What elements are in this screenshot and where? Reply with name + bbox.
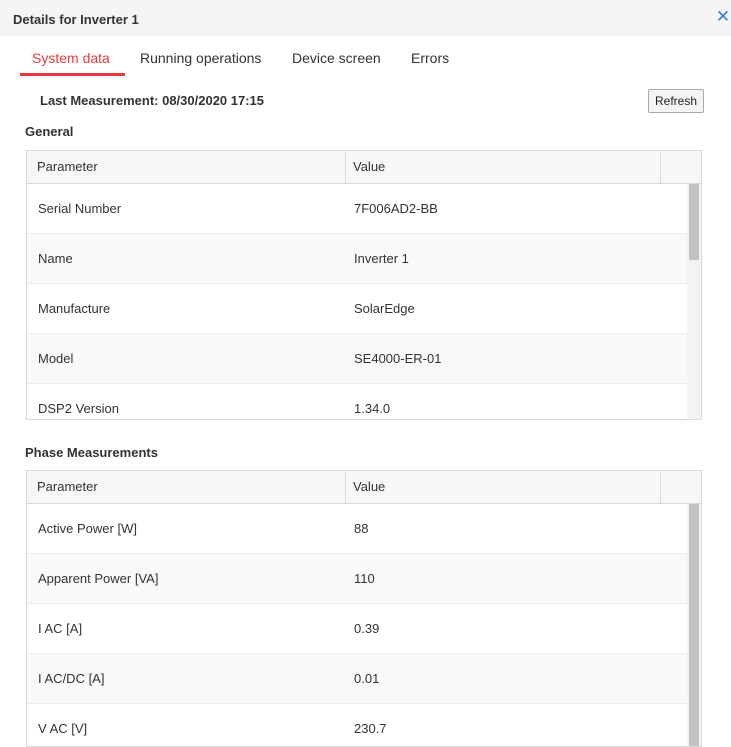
value-cell: 1.34.0 bbox=[354, 401, 391, 416]
parameter-cell: I AC/DC [A] bbox=[38, 671, 105, 686]
phase-scrollbar[interactable] bbox=[687, 504, 701, 746]
table-row[interactable]: DSP2 Version 1.34.0 bbox=[27, 384, 687, 419]
phase-grid-rows: Active Power [W] 88 Apparent Power [VA] … bbox=[27, 504, 687, 746]
dialog-title: Details for Inverter 1 bbox=[13, 12, 139, 27]
phase-section-title: Phase Measurements bbox=[25, 445, 158, 460]
parameter-cell: Active Power [W] bbox=[38, 521, 137, 536]
dialog-titlebar: Details for Inverter 1 ✕ bbox=[0, 0, 731, 36]
table-row[interactable]: Name Inverter 1 bbox=[27, 234, 687, 284]
parameter-cell: Serial Number bbox=[38, 201, 122, 216]
column-header-parameter[interactable]: Parameter bbox=[37, 471, 98, 503]
value-cell: Inverter 1 bbox=[354, 251, 409, 266]
phase-grid-header: Parameter Value bbox=[27, 471, 701, 504]
value-cell: 7F006AD2-BB bbox=[354, 201, 438, 216]
refresh-button[interactable]: Refresh bbox=[648, 89, 704, 113]
value-cell: SE4000-ER-01 bbox=[354, 351, 442, 366]
table-row[interactable]: Active Power [W] 88 bbox=[27, 504, 687, 554]
column-header-value[interactable]: Value bbox=[353, 151, 385, 183]
general-scrollbar-thumb[interactable] bbox=[689, 184, 699, 260]
close-icon[interactable]: ✕ bbox=[715, 8, 731, 25]
parameter-cell: DSP2 Version bbox=[38, 401, 119, 416]
general-grid-header: Parameter Value bbox=[27, 151, 701, 184]
phase-scrollbar-thumb[interactable] bbox=[689, 504, 699, 746]
general-grid-rows: Serial Number 7F006AD2-BB Name Inverter … bbox=[27, 184, 687, 419]
value-cell: 230.7 bbox=[354, 721, 387, 736]
parameter-cell: I AC [A] bbox=[38, 621, 83, 636]
table-row[interactable]: Model SE4000-ER-01 bbox=[27, 334, 687, 384]
table-row[interactable]: Manufacture SolarEdge bbox=[27, 284, 687, 334]
general-section-title: General bbox=[25, 124, 74, 139]
last-measurement-label: Last Measurement: 08/30/2020 17:15 bbox=[40, 93, 265, 108]
inverter-details-dialog: Details for Inverter 1 ✕ System data Run… bbox=[0, 0, 731, 747]
general-scrollbar[interactable] bbox=[687, 184, 701, 419]
parameter-cell: Name bbox=[38, 251, 73, 266]
table-row[interactable]: I AC/DC [A] 0.01 bbox=[27, 654, 687, 704]
value-cell: 88 bbox=[354, 521, 369, 536]
tab-system-data[interactable]: System data bbox=[32, 50, 110, 66]
value-cell: 110 bbox=[354, 571, 375, 586]
parameter-cell: V AC [V] bbox=[38, 721, 88, 736]
column-header-value[interactable]: Value bbox=[353, 471, 385, 503]
tab-device-screen[interactable]: Device screen bbox=[292, 50, 381, 66]
parameter-cell: Manufacture bbox=[38, 301, 111, 316]
value-cell: 0.01 bbox=[354, 671, 380, 686]
table-row[interactable]: I AC [A] 0.39 bbox=[27, 604, 687, 654]
column-header-parameter[interactable]: Parameter bbox=[37, 151, 98, 183]
active-tab-indicator bbox=[20, 73, 125, 76]
parameter-cell: Apparent Power [VA] bbox=[38, 571, 159, 586]
tab-running-operations[interactable]: Running operations bbox=[140, 50, 261, 66]
tab-errors[interactable]: Errors bbox=[411, 50, 449, 66]
table-row[interactable]: Serial Number 7F006AD2-BB bbox=[27, 184, 687, 234]
value-cell: SolarEdge bbox=[354, 301, 415, 316]
general-grid: Parameter Value Serial Number 7F006AD2-B… bbox=[26, 150, 702, 420]
value-cell: 0.39 bbox=[354, 621, 380, 636]
table-row[interactable]: V AC [V] 230.7 bbox=[27, 704, 687, 746]
parameter-cell: Model bbox=[38, 351, 74, 366]
phase-grid: Parameter Value Active Power [W] 88 Appa… bbox=[26, 470, 702, 747]
table-row[interactable]: Apparent Power [VA] 110 bbox=[27, 554, 687, 604]
